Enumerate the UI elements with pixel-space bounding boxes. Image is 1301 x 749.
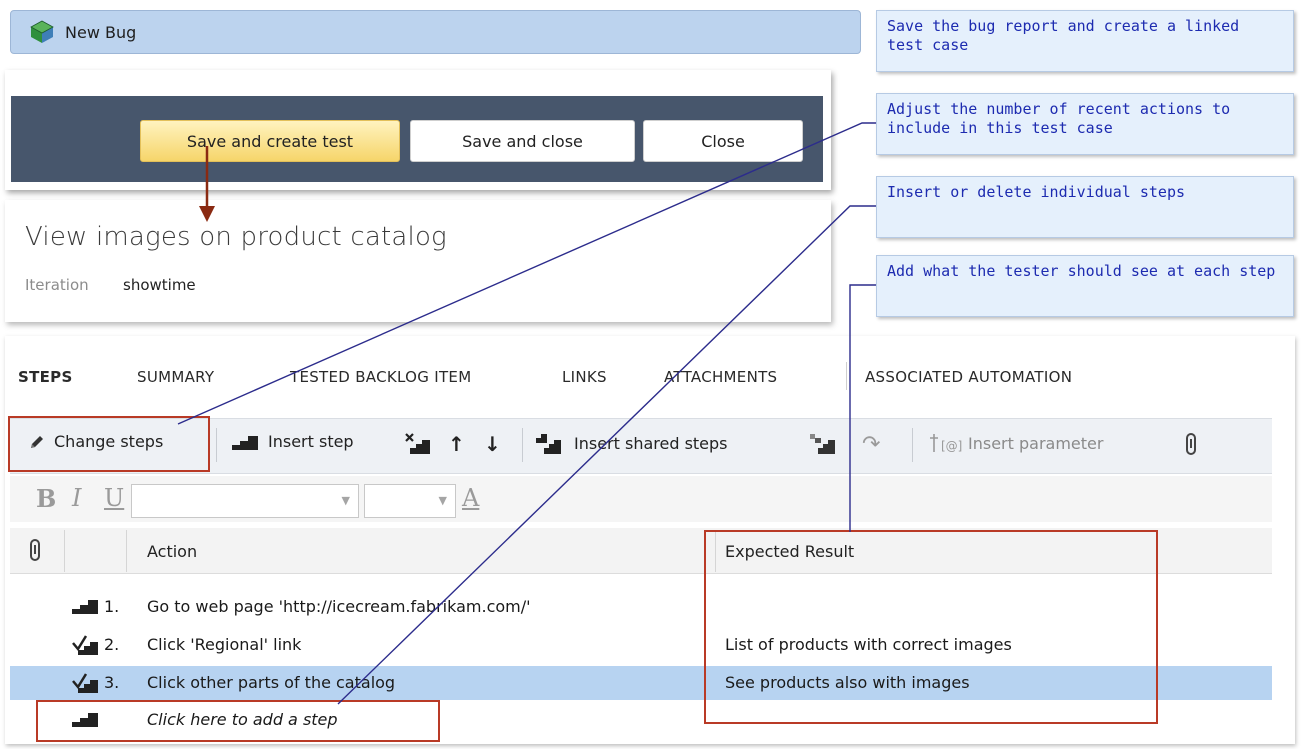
column-divider xyxy=(126,530,127,572)
toolbar-divider xyxy=(216,428,217,462)
shared-steps-icon xyxy=(536,434,561,454)
insert-shared-steps-button[interactable]: Insert shared steps xyxy=(534,432,728,454)
callout-save-create-test: Save the bug report and create a linked … xyxy=(876,10,1294,72)
tab-divider xyxy=(846,362,847,390)
save-and-close-button[interactable]: Save and close xyxy=(410,120,635,162)
bug-app-icon xyxy=(30,20,54,43)
callout-recent-actions: Adjust the number of recent actions to i… xyxy=(876,93,1294,155)
tab-associated-automation[interactable]: ASSOCIATED AUTOMATION xyxy=(865,368,1072,386)
move-step-down-button[interactable]: ↓ xyxy=(484,432,501,456)
create-shared-steps-button[interactable] xyxy=(808,432,836,454)
step-number: 1. xyxy=(104,597,120,616)
window-title: New Bug xyxy=(65,22,137,42)
close-button[interactable]: Close xyxy=(643,120,803,162)
delete-step-icon xyxy=(405,433,430,454)
workitem-header-panel xyxy=(5,200,831,322)
step-number: 2. xyxy=(104,635,120,654)
toolbar-divider xyxy=(522,428,523,462)
callout-insert-delete-steps: Insert or delete individual steps xyxy=(876,176,1294,238)
attach-button[interactable] xyxy=(1184,432,1198,456)
highlight-add-step xyxy=(36,700,440,742)
arrow-up-icon: ↑ xyxy=(448,432,465,456)
insert-parameter-label: Insert parameter xyxy=(968,433,1104,453)
step-number: 3. xyxy=(104,673,120,692)
iteration-value[interactable]: showtime xyxy=(123,276,196,294)
font-size-select[interactable]: ▼ xyxy=(364,484,456,518)
parameter-icon: [@] xyxy=(930,434,962,453)
underline-button[interactable]: U xyxy=(104,484,124,512)
chevron-down-icon: ▼ xyxy=(438,494,447,507)
tab-links[interactable]: LINKS xyxy=(562,368,607,386)
workitem-title[interactable]: View images on product catalog xyxy=(25,222,447,252)
save-and-create-test-button[interactable]: Save and create test xyxy=(140,120,400,162)
bold-button[interactable]: B xyxy=(36,484,56,513)
italic-button[interactable]: I xyxy=(72,484,81,512)
paperclip-icon xyxy=(30,539,40,561)
create-shared-steps-icon xyxy=(810,434,835,454)
redo-button[interactable]: ↷ xyxy=(862,432,880,457)
validate-step-icon xyxy=(72,673,98,693)
toolbar-divider xyxy=(912,428,913,462)
tab-summary[interactable]: SUMMARY xyxy=(137,368,214,386)
action-step-icon xyxy=(72,600,98,614)
font-family-select[interactable]: ▼ xyxy=(131,484,359,518)
attachment-column-icon xyxy=(28,538,42,566)
move-step-up-button[interactable]: ↑ xyxy=(448,432,465,456)
action-column-header[interactable]: Action xyxy=(147,542,197,561)
highlight-expected-results xyxy=(704,530,1158,724)
validate-step-icon xyxy=(72,635,98,655)
tab-tested-backlog-item[interactable]: TESTED BACKLOG ITEM xyxy=(290,368,471,386)
paperclip-icon xyxy=(1186,433,1196,455)
insert-step-label: Insert step xyxy=(268,432,354,451)
step-action[interactable]: Click other parts of the catalog xyxy=(147,673,395,692)
insert-parameter-button[interactable]: [@] Insert parameter xyxy=(928,432,1103,454)
redo-arrow-icon: ↷ xyxy=(862,432,881,457)
step-action[interactable]: Go to web page 'http://icecream.fabrikam… xyxy=(147,597,531,616)
callout-expected-result: Add what the tester should see at each s… xyxy=(876,255,1294,317)
step-icon xyxy=(232,435,258,450)
insert-shared-steps-label: Insert shared steps xyxy=(574,433,728,453)
svg-text:[@]: [@] xyxy=(941,439,962,453)
delete-step-button[interactable] xyxy=(404,432,432,454)
window-title-bar: New Bug xyxy=(10,10,861,54)
highlight-change-steps xyxy=(8,416,210,472)
column-divider xyxy=(64,530,65,572)
font-color-button[interactable]: A xyxy=(462,484,479,512)
chevron-down-icon: ▼ xyxy=(341,494,350,507)
arrow-down-icon: ↓ xyxy=(484,432,501,456)
tab-attachments[interactable]: ATTACHMENTS xyxy=(664,368,777,386)
insert-step-button[interactable]: Insert step xyxy=(232,432,354,451)
step-action[interactable]: Click 'Regional' link xyxy=(147,635,301,654)
tab-steps[interactable]: STEPS xyxy=(18,368,73,386)
iteration-label: Iteration xyxy=(25,276,89,294)
